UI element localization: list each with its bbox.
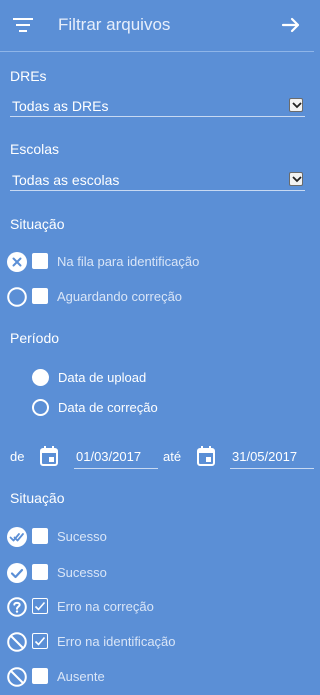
status-row-sucesso-2: Sucesso	[0, 561, 314, 585]
checkbox[interactable]	[32, 564, 48, 580]
status-label: Erro na identificação	[57, 634, 176, 649]
status-row-aguardando: Aguardando correção	[0, 285, 314, 309]
arrow-right-icon[interactable]	[280, 14, 302, 36]
chevron-down-icon	[289, 98, 303, 112]
status-label: Aguardando correção	[57, 289, 183, 304]
status-row-sucesso-1: Sucesso	[0, 525, 314, 549]
date-to-input[interactable]: 31/05/2017	[230, 447, 314, 469]
check-circle-icon	[7, 563, 27, 583]
status-label: Sucesso	[57, 529, 107, 544]
calendar-icon[interactable]	[197, 446, 215, 466]
date-from-input[interactable]: 01/03/2017	[74, 447, 158, 469]
escolas-selected-value: Todas as escolas	[12, 172, 120, 188]
status-row-erro-correcao: Erro na correção	[0, 595, 314, 619]
date-to-value: 31/05/2017	[232, 449, 298, 464]
date-from-label: de	[10, 449, 25, 464]
blocked-circle-icon	[7, 632, 27, 652]
panel-title: Filtrar arquivos	[58, 15, 171, 34]
status-row-na-fila: Na fila para identificação	[0, 250, 314, 274]
dres-selected-value: Todas as DREs	[12, 98, 109, 114]
filter-icon[interactable]	[13, 17, 33, 33]
radio-data-correcao[interactable]: Data de correção	[0, 397, 314, 419]
status-label: Na fila para identificação	[57, 254, 200, 269]
situacao-label-2: Situação	[10, 490, 65, 506]
radio-button[interactable]	[32, 369, 49, 386]
checkbox[interactable]	[32, 633, 48, 649]
escolas-select[interactable]: Todas as escolas	[10, 169, 305, 191]
radio-label: Data de upload	[58, 370, 147, 385]
radio-data-upload[interactable]: Data de upload	[0, 367, 314, 389]
dres-label: DREs	[10, 68, 47, 84]
filter-panel: Filtrar arquivos DREs Todas as DREs Esco…	[0, 0, 314, 695]
dres-select[interactable]: Todas as DREs	[10, 95, 305, 117]
radio-button[interactable]	[32, 399, 49, 416]
x-circle-icon	[7, 252, 27, 272]
checkbox[interactable]	[32, 528, 48, 544]
double-check-circle-icon	[7, 527, 27, 547]
blocked-circle-icon	[7, 667, 27, 687]
date-to-label: até	[163, 449, 182, 464]
status-label: Erro na correção	[57, 599, 154, 614]
question-circle-icon	[7, 597, 27, 617]
status-row-ausente: Ausente	[0, 665, 314, 689]
checkbox[interactable]	[32, 668, 48, 684]
calendar-icon[interactable]	[40, 446, 58, 466]
status-label: Sucesso	[57, 565, 107, 580]
escolas-label: Escolas	[10, 141, 60, 157]
date-from-value: 01/03/2017	[76, 449, 142, 464]
empty-circle-icon	[7, 287, 27, 307]
status-row-erro-identificacao: Erro na identificação	[0, 630, 314, 654]
checkbox[interactable]	[32, 598, 48, 614]
periodo-label: Período	[10, 330, 60, 346]
panel-header: Filtrar arquivos	[0, 0, 314, 52]
checkbox[interactable]	[32, 253, 48, 269]
situacao-label: Situação	[10, 216, 65, 232]
status-label: Ausente	[57, 669, 105, 684]
radio-label: Data de correção	[58, 400, 158, 415]
chevron-down-icon	[289, 172, 303, 186]
checkbox[interactable]	[32, 288, 48, 304]
